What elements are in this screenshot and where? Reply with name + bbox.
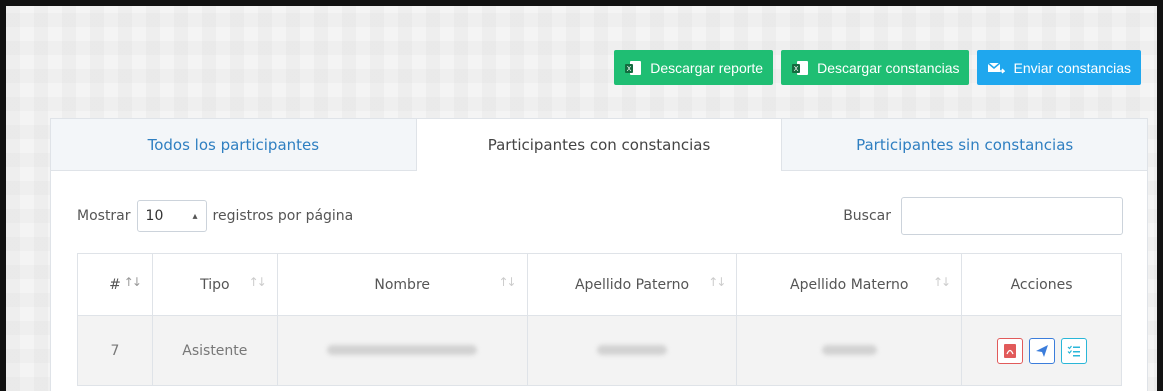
tab-all-participants[interactable]: Todos los participantes: [51, 119, 416, 170]
tab-label: Todos los participantes: [147, 135, 320, 154]
column-header-acciones: Acciones: [961, 253, 1122, 316]
column-header-apellido-materno[interactable]: Apellido Materno ↑↓: [736, 253, 963, 316]
download-certificates-button[interactable]: X Descargar constancias: [781, 50, 970, 85]
table-header-row: # ↑↓ Tipo ↑↓ Nombre ↑↓ Apellido Paterno …: [77, 253, 1122, 316]
search-control: Buscar: [843, 197, 1123, 235]
sort-icon: ↑↓: [248, 275, 267, 289]
send-mail-icon: [988, 61, 1006, 74]
updown-arrows-icon: ▴: [192, 210, 198, 222]
list-button[interactable]: [1060, 337, 1087, 364]
tab-without-certificates[interactable]: Participantes sin constancias: [782, 119, 1148, 170]
column-header-number[interactable]: # ↑↓: [77, 253, 153, 316]
sort-icon: ↑↓: [123, 275, 142, 289]
pdf-button[interactable]: [996, 337, 1023, 364]
sort-icon: ↑↓: [932, 275, 951, 289]
svg-text:X: X: [794, 65, 799, 73]
row-actions: [962, 337, 1121, 364]
sort-icon: ↑↓: [498, 275, 517, 289]
show-label: Mostrar: [77, 208, 131, 224]
pdf-icon: [1003, 343, 1016, 358]
tab-label: Participantes sin constancias: [856, 135, 1074, 154]
cell-nombre-redacted: [276, 315, 528, 386]
send-certificates-button[interactable]: Enviar constancias: [977, 50, 1141, 85]
page-size-value: 10: [145, 208, 164, 224]
excel-icon: X: [625, 60, 642, 75]
svg-text:X: X: [627, 65, 632, 73]
send-certificates-label: Enviar constancias: [1013, 59, 1131, 76]
search-input[interactable]: [901, 197, 1123, 235]
table-controls: Mostrar 10 ▴ registros por página Buscar: [77, 197, 1123, 235]
checklist-icon: [1067, 345, 1080, 356]
excel-icon: X: [792, 60, 809, 75]
table-row: 7 Asistente: [77, 315, 1122, 386]
page-size-select[interactable]: 10 ▴: [136, 200, 207, 232]
participants-card: Todos los participantes Participantes co…: [50, 118, 1148, 391]
participants-table: # ↑↓ Tipo ↑↓ Nombre ↑↓ Apellido Paterno …: [77, 253, 1122, 386]
column-header-apellido-paterno[interactable]: Apellido Paterno ↑↓: [526, 253, 738, 316]
column-header-nombre[interactable]: Nombre ↑↓: [276, 253, 528, 316]
download-certificates-label: Descargar constancias: [817, 59, 960, 76]
send-button[interactable]: [1028, 337, 1055, 364]
toolbar: X Descargar reporte X Descargar constanc…: [614, 50, 1141, 85]
column-header-tipo[interactable]: Tipo ↑↓: [151, 253, 278, 316]
cell-apellido-paterno-redacted: [526, 315, 738, 386]
download-report-label: Descargar reporte: [650, 59, 764, 76]
paper-plane-icon: [1035, 344, 1048, 357]
cell-actions: [961, 315, 1122, 386]
sort-icon: ↑↓: [708, 275, 726, 289]
download-report-button[interactable]: X Descargar reporte: [614, 50, 774, 85]
tab-with-certificates[interactable]: Participantes con constancias: [415, 119, 783, 171]
search-label: Buscar: [843, 208, 891, 224]
participant-tabs: Todos los participantes Participantes co…: [51, 119, 1148, 171]
page-background: X Descargar reporte X Descargar constanc…: [0, 0, 1163, 391]
per-page-label: registros por página: [212, 208, 354, 224]
page-size-control: Mostrar 10 ▴ registros por página: [77, 200, 353, 232]
tab-label: Participantes con constancias: [487, 136, 711, 154]
cell-tipo: Asistente: [151, 315, 278, 386]
cell-number: 7: [77, 315, 153, 386]
cell-apellido-materno-redacted: [736, 315, 963, 386]
